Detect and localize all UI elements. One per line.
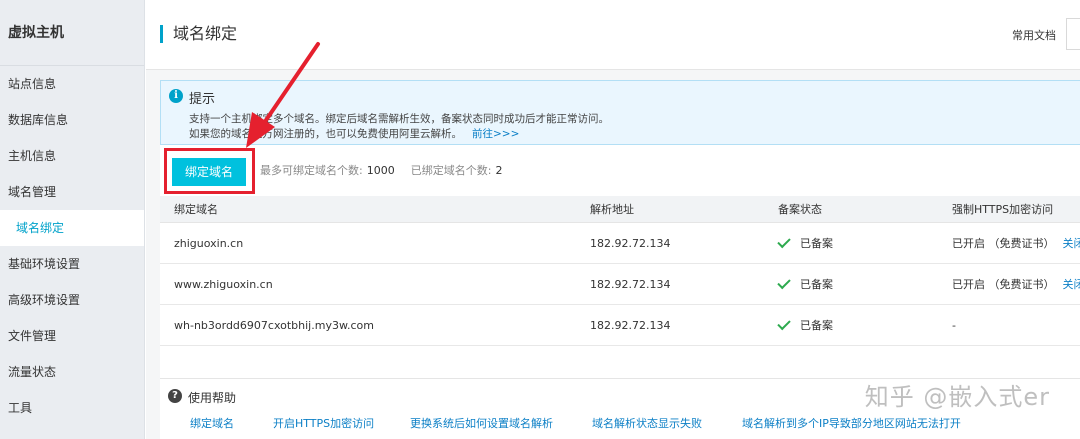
https-cell: 已开启 （免费证书） 关闭 xyxy=(952,223,1080,263)
https-cell: - xyxy=(952,305,956,345)
sidebar-item-file-management[interactable]: 文件管理 xyxy=(0,318,144,354)
question-icon: ? xyxy=(168,389,182,403)
check-icon xyxy=(777,275,791,289)
sidebar-item-database-info[interactable]: 数据库信息 xyxy=(0,102,144,138)
topbar: 域名绑定 常用文档 xyxy=(146,0,1080,70)
docs-dropdown[interactable] xyxy=(1066,18,1080,50)
help-link-multi-ip[interactable]: 域名解析到多个IP导致部分地区网站无法打开 xyxy=(742,415,961,431)
help-link-enable-https[interactable]: 开启HTTPS加密访问 xyxy=(273,415,374,431)
header-icp-status: 备案状态 xyxy=(778,203,822,216)
sidebar-item-site-info[interactable]: 站点信息 xyxy=(0,66,144,102)
domain-table: 绑定域名 解析地址 备案状态 强制HTTPS加密访问 zhiguoxin.cn … xyxy=(160,196,1080,346)
domain-cell: wh-nb3ordd6907cxotbhij.my3w.com xyxy=(174,318,374,332)
sidebar-item-advanced-env[interactable]: 高级环境设置 xyxy=(0,282,144,318)
bind-domain-button[interactable]: 绑定域名 xyxy=(172,158,246,186)
table-header: 绑定域名 解析地址 备案状态 强制HTTPS加密访问 xyxy=(160,196,1080,223)
help-link-dns-status-fail[interactable]: 域名解析状态显示失败 xyxy=(592,415,702,431)
info-icon: i xyxy=(169,89,183,103)
status-cell: 已备案 xyxy=(777,264,833,304)
max-domains-label: 最多可绑定域名个数: xyxy=(260,164,363,177)
main-area: 域名绑定 常用文档 i 提示 支持一个主机绑定多个域名。绑定后域名需解析生效，备… xyxy=(146,0,1080,439)
check-icon xyxy=(777,316,791,330)
status-text: 已备案 xyxy=(800,237,833,250)
header-https: 强制HTTPS加密访问 xyxy=(952,203,1054,216)
tip-title: 提示 xyxy=(189,92,216,107)
close-https-link[interactable]: 关闭 xyxy=(1063,235,1080,251)
help-link-dns-after-switch[interactable]: 更换系统后如何设置域名解析 xyxy=(410,415,553,431)
sidebar-item-domain-binding[interactable]: 域名绑定 xyxy=(0,210,144,246)
ip-cell: 182.92.72.134 xyxy=(590,277,671,291)
header-ip: 解析地址 xyxy=(590,203,634,216)
status-text: 已备案 xyxy=(800,319,833,332)
watermark: 知乎 @嵌入式er xyxy=(864,383,1050,411)
bound-domains-label: 已绑定域名个数: xyxy=(410,164,492,177)
header-domain: 绑定域名 xyxy=(174,203,218,216)
sidebar-item-traffic-status[interactable]: 流量状态 xyxy=(0,354,144,390)
domain-cell: zhiguoxin.cn xyxy=(174,236,244,250)
table-row: zhiguoxin.cn 182.92.72.134 已备案 已开启 （免费证书… xyxy=(160,223,1080,264)
status-cell: 已备案 xyxy=(777,223,833,263)
tip-text-line2: 如果您的域名是万网注册的，也可以免费使用阿里云解析。 前往>>> xyxy=(189,126,519,141)
page-title: 域名绑定 xyxy=(160,25,237,43)
status-cell: 已备案 xyxy=(777,305,833,345)
help-title: 使用帮助 xyxy=(188,391,237,405)
max-domains-value: 1000 xyxy=(366,164,395,177)
table-row: wh-nb3ordd6907cxotbhij.my3w.com 182.92.7… xyxy=(160,305,1080,346)
sidebar-title: 虚拟主机 xyxy=(0,0,144,66)
close-https-link[interactable]: 关闭 xyxy=(1063,276,1080,292)
sidebar-item-tools[interactable]: 工具 xyxy=(0,390,144,426)
common-docs-link[interactable]: 常用文档 xyxy=(1012,27,1056,43)
bound-domains-value: 2 xyxy=(495,164,503,177)
https-status: 已开启 （免费证书） xyxy=(952,237,1055,250)
ip-cell: 182.92.72.134 xyxy=(590,236,671,250)
sidebar-item-host-info[interactable]: 主机信息 xyxy=(0,138,144,174)
https-status: 已开启 （免费证书） xyxy=(952,278,1055,291)
domain-cell: www.zhiguoxin.cn xyxy=(174,277,273,291)
goto-dns-link[interactable]: 前往>>> xyxy=(472,128,519,140)
domain-quota: 最多可绑定域名个数: 1000 已绑定域名个数: 2 xyxy=(260,162,506,178)
sidebar-item-domain-management[interactable]: 域名管理 xyxy=(0,174,144,210)
https-cell: 已开启 （免费证书） 关闭 xyxy=(952,264,1080,304)
tip-text-line2-body: 如果您的域名是万网注册的，也可以免费使用阿里云解析。 xyxy=(189,128,462,140)
tip-text-line1: 支持一个主机绑定多个域名。绑定后域名需解析生效，备案状态同时成功后才能正常访问。 xyxy=(189,113,609,125)
help-link-bind-domain[interactable]: 绑定域名 xyxy=(190,415,234,431)
https-status: - xyxy=(952,318,956,332)
status-text: 已备案 xyxy=(800,278,833,291)
ip-cell: 182.92.72.134 xyxy=(590,318,671,332)
tip-box: i 提示 支持一个主机绑定多个域名。绑定后域名需解析生效，备案状态同时成功后才能… xyxy=(160,80,1080,145)
table-row: www.zhiguoxin.cn 182.92.72.134 已备案 已开启 （… xyxy=(160,264,1080,305)
sidebar-item-basic-env[interactable]: 基础环境设置 xyxy=(0,246,144,282)
check-icon xyxy=(777,234,791,248)
sidebar: 虚拟主机 站点信息 数据库信息 主机信息 域名管理 域名绑定 基础环境设置 高级… xyxy=(0,0,145,439)
